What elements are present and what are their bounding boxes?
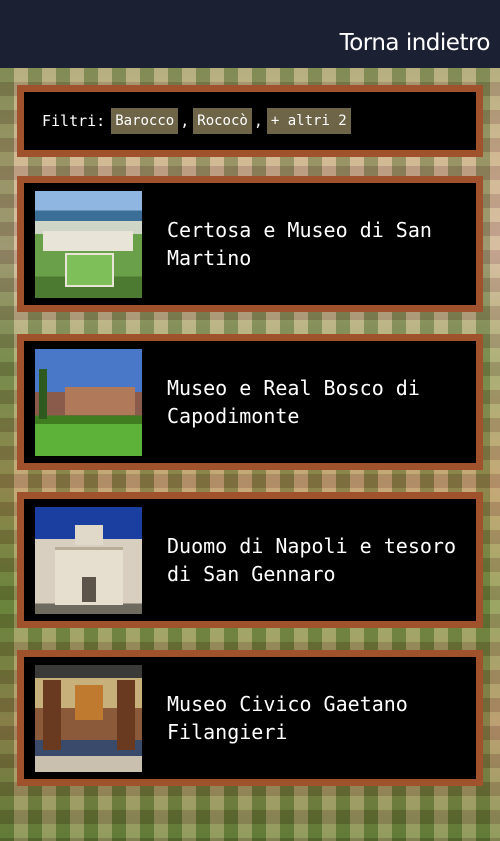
place-card-duomo[interactable]: Duomo di Napoli e tesoro di San Gennaro [17,492,483,628]
place-title: Certosa e Museo di San Martino [167,218,432,270]
filter-separator: , [180,112,190,130]
filter-chip-more[interactable]: + altri 2 [266,108,351,134]
top-bar: Torna indietro [0,0,500,68]
place-title: Museo Civico Gaetano Filangieri [167,692,408,744]
capodimonte-photo [35,348,142,456]
filters-panel: Filtri: Barocco , Rococò , + altri 2 [17,85,483,157]
duomo-napoli-photo [35,506,142,614]
filter-chip-barocco[interactable]: Barocco [111,108,179,134]
place-card-capodimonte[interactable]: Museo e Real Bosco di Capodimonte [17,334,483,470]
museo-filangieri-photo [35,664,142,772]
filter-separator: , [253,112,263,130]
certosa-san-martino-photo [35,190,142,298]
back-button[interactable]: Torna indietro [340,30,491,56]
place-card-filangieri[interactable]: Museo Civico Gaetano Filangieri [17,650,483,786]
place-title: Museo e Real Bosco di Capodimonte [167,376,420,428]
place-card-certosa[interactable]: Certosa e Museo di San Martino [17,176,483,312]
place-title: Duomo di Napoli e tesoro di San Gennaro [167,534,456,586]
filter-chip-rococo[interactable]: Rococò [193,108,252,134]
filters-label: Filtri: [42,112,106,130]
